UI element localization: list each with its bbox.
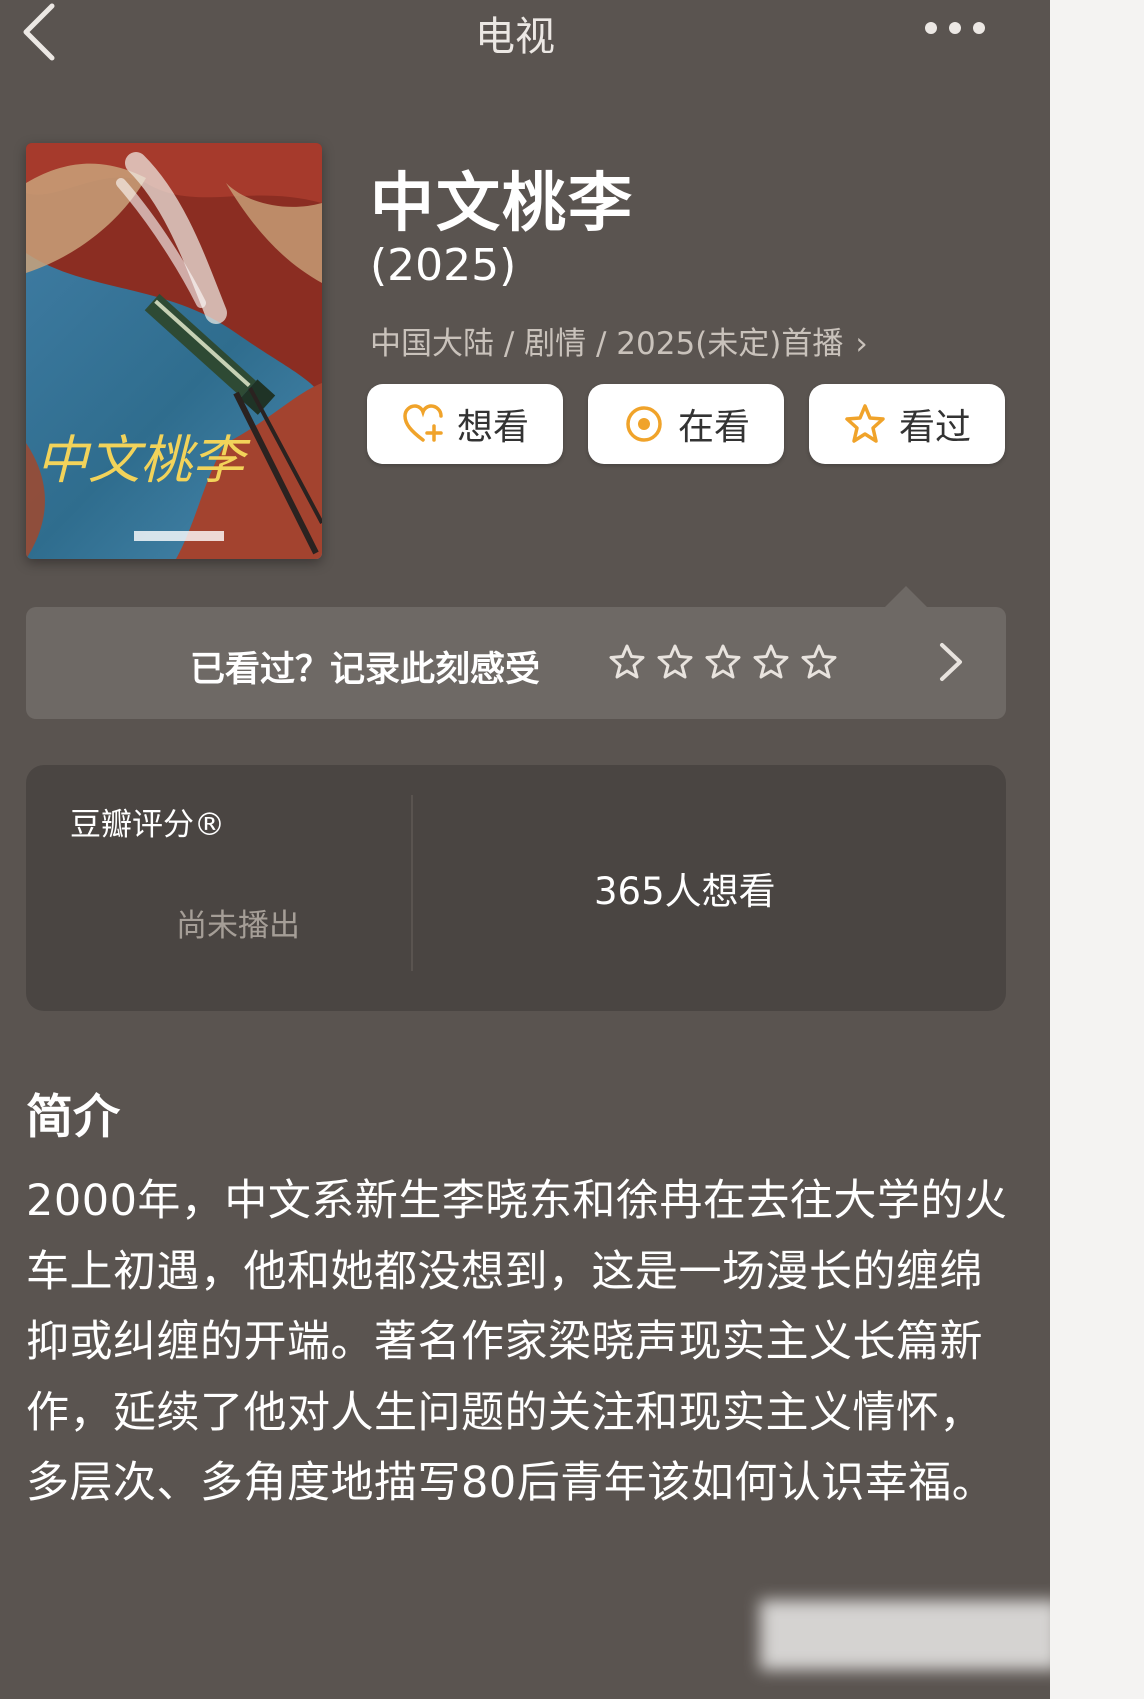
watched-label: 看过 [898, 407, 971, 448]
star-outline-icon[interactable] [608, 643, 646, 681]
watermark-blur [760, 1600, 1050, 1670]
right-margin [1050, 0, 1144, 1699]
more-dots-icon[interactable] [920, 8, 990, 48]
want-label: 想看 [456, 407, 529, 448]
wish-count[interactable]: 365人想看 [594, 861, 776, 915]
star-outline-icon[interactable] [656, 643, 694, 681]
star-icon [845, 404, 885, 443]
show-meta-text: 中国大陆 / 剧情 / 2025(未定)首播 [370, 326, 844, 362]
heart-plus-icon [403, 404, 443, 442]
chevron-right-icon[interactable] [932, 637, 968, 687]
popover-pointer [884, 586, 928, 608]
intro-heading: 简介 [26, 1090, 120, 1145]
target-circle-icon [626, 406, 662, 442]
poster-artwork: 中文桃李 [26, 143, 322, 559]
star-outline-icon[interactable] [800, 643, 838, 681]
watching-button[interactable]: 在看 [588, 384, 784, 464]
rating-status: 尚未播出 [176, 908, 300, 944]
page-title: 电视 [475, 14, 555, 60]
show-title: 中文桃李 [370, 167, 634, 241]
watched-button[interactable]: 看过 [809, 384, 1005, 464]
chevron-right-icon: › [855, 326, 868, 362]
star-outline-icon[interactable] [704, 643, 742, 681]
show-poster[interactable]: 中文桃李 [26, 143, 322, 559]
douban-rating-label: 豆瓣评分® [70, 807, 225, 843]
rating-card: 豆瓣评分® 尚未播出 365人想看 [26, 765, 1006, 1011]
show-meta[interactable]: 中国大陆 / 剧情 / 2025(未定)首播 › [370, 318, 868, 363]
intro-text: 2000年，中文系新生李晓东和徐冉在去往大学的火车上初遇，他和她都没想到，这是一… [26, 1176, 1008, 1508]
watching-label: 在看 [677, 407, 750, 448]
record-prompt: 已看过？记录此刻感受 [190, 650, 541, 690]
show-year: (2025) [370, 240, 517, 291]
rating-stars[interactable] [608, 643, 838, 681]
star-outline-icon[interactable] [752, 643, 790, 681]
card-divider [411, 795, 413, 971]
poster-title-text: 中文桃李 [36, 431, 251, 491]
want-button[interactable]: 想看 [367, 384, 563, 464]
record-feeling-bar[interactable]: 已看过？记录此刻感受 [26, 607, 1006, 719]
detail-screen: 电视 中文桃李 中文桃李 (2025) 中国大陆 / 剧情 / 2025(未定)… [0, 0, 1050, 1699]
